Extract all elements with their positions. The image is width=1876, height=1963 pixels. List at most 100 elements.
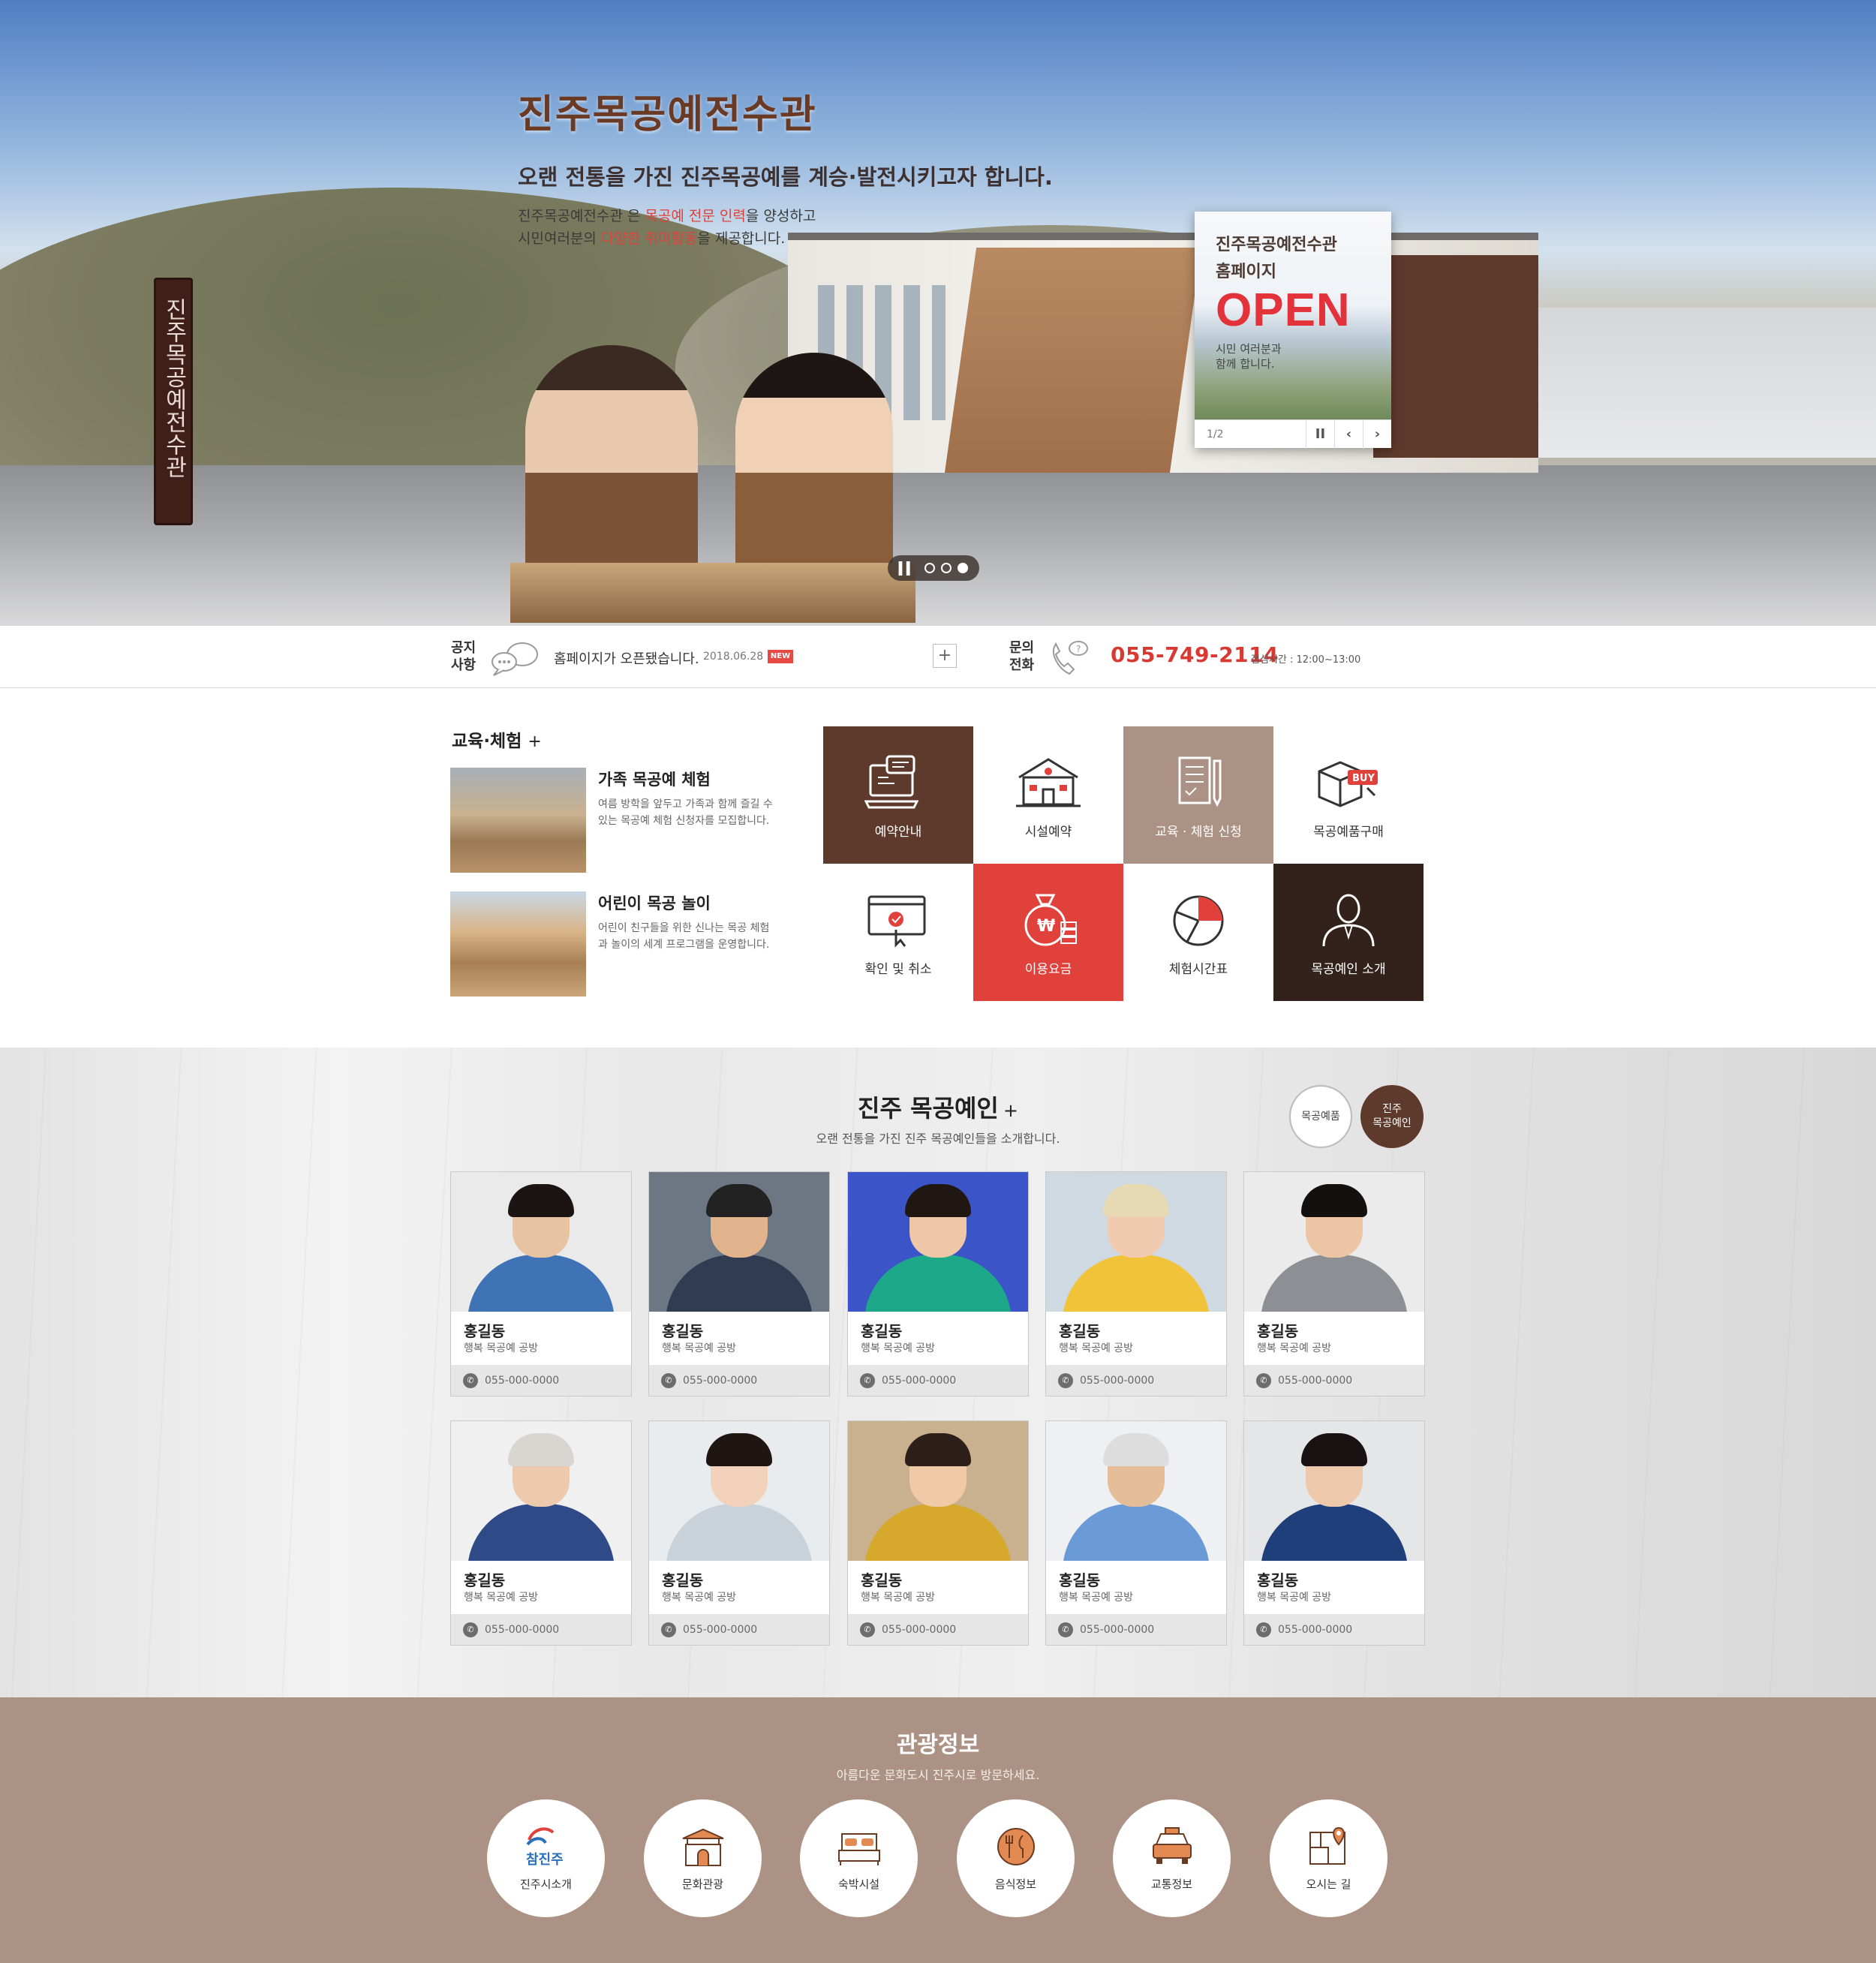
tour-label: 음식정보 [994,1877,1037,1891]
slide-dot-2[interactable] [941,563,952,573]
artisan-card[interactable]: 홍길동행복 목공예 공방 ✆ 055-000-0000 [648,1420,830,1646]
artisan-phone[interactable]: 055-000-0000 [485,1375,559,1387]
education-thumbnail[interactable] [450,891,586,997]
popup-pause-button[interactable]: II [1306,419,1334,449]
artisan-card[interactable]: 홍길동 행복 목공예 공방 ✆ 055-000-0000 [1243,1420,1425,1646]
artisan-card[interactable]: 홍길동 행복 목공예 공방 ✆ 055-000-0000 [1045,1171,1227,1396]
phone-icon: ✆ [463,1622,478,1637]
artisan-card[interactable]: 홍길동 행복 목공예 공방 ✆ 055-000-0000 [1243,1171,1425,1396]
menu-artisan-intro[interactable]: 목공예인 소개 [1273,864,1424,1001]
menu-reservation-info[interactable]: 예약안내 [823,726,973,864]
menu-label: 예약안내 [874,825,922,840]
tab-jinju-artisans[interactable]: 진주 목공예인 [1360,1085,1424,1148]
artisan-photo[interactable] [1244,1421,1424,1561]
artisan-phone[interactable]: 055-000-0000 [1278,1624,1352,1636]
popup-banner[interactable]: 진주목공예전수관 홈페이지 OPEN 시민 여러분과 함께 합니다. [1195,212,1391,419]
tour-jinju-intro[interactable]: 참진주 진주시소개 [487,1799,605,1917]
slide-dot-3[interactable] [958,563,969,573]
artisan-card[interactable]: 홍길동 행복 목공예 공방 ✆ 055-000-0000 [1045,1420,1227,1646]
reservation-monitor-icon [864,755,919,809]
education-item-title[interactable]: 어린이 목공 놀이 [598,891,711,914]
phone-icon: ✆ [860,1372,875,1388]
artisan-name[interactable]: 홍길동 [464,1319,505,1341]
artisan-name[interactable]: 홍길동 [662,1319,703,1341]
popup-next-button[interactable]: › [1363,419,1391,449]
artisan-photo[interactable] [1046,1421,1226,1561]
building-dark-wall [1373,255,1538,458]
phone-icon: ? [1053,641,1088,675]
artisan-phone[interactable]: 055-000-0000 [882,1375,956,1387]
artisan-photo[interactable] [1046,1172,1226,1312]
artisans-title: 진주 목공예인 [858,1094,999,1123]
notice-link[interactable]: 홈페이지가 오픈됐습니다. [554,648,699,668]
slide-dot-1[interactable] [924,563,936,573]
artisan-photo[interactable] [451,1172,631,1312]
phone-icon: ✆ [661,1622,676,1637]
artisan-name[interactable]: 홍길동 [464,1568,505,1590]
menu-fees[interactable]: ₩ 이용요금 [973,864,1123,1001]
lunch-hours: 점심시간 : 12:00~13:00 [1251,654,1361,666]
fee-moneybag-icon: ₩ [1024,894,1077,946]
education-item[interactable]: 가족 목공예 체험 여름 방학을 앞두고 가족과 함께 즐길 수 있는 목공예 … [450,768,780,873]
artisan-workshop: 행복 목공예 공방 [861,1342,936,1354]
menu-confirm-cancel[interactable]: 확인 및 취소 [823,864,973,1001]
tour-lodging[interactable]: 숙박시설 [800,1799,918,1917]
tour-directions[interactable]: 오시는 길 [1270,1799,1387,1917]
artisans-more-icon[interactable]: + [1003,1100,1018,1121]
education-heading[interactable]: 교육·체험 + [452,726,542,752]
artisan-card[interactable]: 홍길동 행복 목공예 공방 ✆ 055-000-0000 [648,1171,830,1396]
popup-prev-button[interactable]: ‹ [1334,419,1363,449]
menu-label: 목공예품구매 [1313,825,1384,840]
artisan-name[interactable]: 홍길동 [861,1568,902,1590]
artisan-body [1261,1504,1408,1561]
tour-label: 문화관광 [681,1877,724,1891]
tour-food[interactable]: 음식정보 [957,1799,1075,1917]
building-annex [1538,308,1876,458]
artisan-phone[interactable]: 055-000-0000 [1278,1375,1352,1387]
artisan-card[interactable]: 홍길동 행복 목공예 공방 ✆ 055-000-0000 [450,1420,632,1646]
education-more-icon[interactable]: + [528,732,541,751]
artisan-phone[interactable]: 055-000-0000 [683,1624,757,1636]
artisan-name[interactable]: 홍길동 [861,1319,902,1341]
menu-education-apply[interactable]: 교육 · 체험 신청 [1123,726,1273,864]
artisan-phone[interactable]: 055-000-0000 [683,1375,757,1387]
artisan-workshop: 행복 목공예 공방 [662,1592,737,1604]
artisan-body [1063,1504,1210,1561]
tour-label: 진주시소개 [519,1877,572,1891]
artisan-name[interactable]: 홍길동 [1059,1568,1100,1590]
artisan-name[interactable]: 홍길동 [1257,1568,1298,1590]
education-thumbnail[interactable] [450,768,586,873]
pause-icon[interactable]: ▍▍ [899,561,916,576]
artisan-name[interactable]: 홍길동 [1059,1319,1100,1341]
menu-schedule[interactable]: 체험시간표 [1123,864,1273,1001]
tab-wood-crafts[interactable]: 목공예품 [1289,1085,1352,1148]
artisan-card[interactable]: 홍길동 행복 목공예 공방 ✆ 055-000-0000 [450,1171,632,1396]
artisan-photo[interactable] [848,1172,1028,1312]
artisan-hair [1103,1433,1169,1466]
tour-label: 교통정보 [1150,1877,1193,1891]
education-item-title[interactable]: 가족 목공예 체험 [598,768,711,790]
artisan-photo[interactable] [649,1172,829,1312]
artisan-name[interactable]: 홍길동 [1257,1319,1298,1341]
artisan-photo[interactable] [848,1421,1028,1561]
artisan-body [467,1255,615,1312]
artisan-phone[interactable]: 055-000-0000 [1080,1375,1154,1387]
artisan-photo[interactable] [451,1421,631,1561]
popup-caption-line: 함께 합니다. [1216,357,1275,371]
artisan-name[interactable]: 홍길동 [662,1568,703,1590]
artisan-card[interactable]: 홍길동 행복 목공예 공방 ✆ 055-000-0000 [847,1171,1029,1396]
artisan-phone[interactable]: 055-000-0000 [485,1624,559,1636]
artisan-photo[interactable] [1244,1172,1424,1312]
tour-transport[interactable]: 교통정보 [1113,1799,1231,1917]
artisan-phone[interactable]: 055-000-0000 [882,1624,956,1636]
menu-purchase[interactable]: BUY 목공예품구매 [1273,726,1424,864]
tour-culture[interactable]: 문화관광 [644,1799,762,1917]
artisan-phone[interactable]: 055-000-0000 [1080,1624,1154,1636]
notice-more-button[interactable]: + [933,644,957,668]
menu-facility-booking[interactable]: 시설예약 [973,726,1123,864]
artisan-card[interactable]: 홍길동 행복 목공예 공방 ✆ 055-000-0000 [847,1420,1029,1646]
education-item[interactable]: 어린이 목공 놀이 어린이 친구들을 위한 신나는 목공 체험과 놀이의 세계 … [450,891,780,997]
artisan-photo[interactable] [649,1421,829,1561]
artisan-phone-bar: ✆ 055-000-0000 [451,1365,631,1396]
schedule-piechart-icon [1173,895,1224,946]
